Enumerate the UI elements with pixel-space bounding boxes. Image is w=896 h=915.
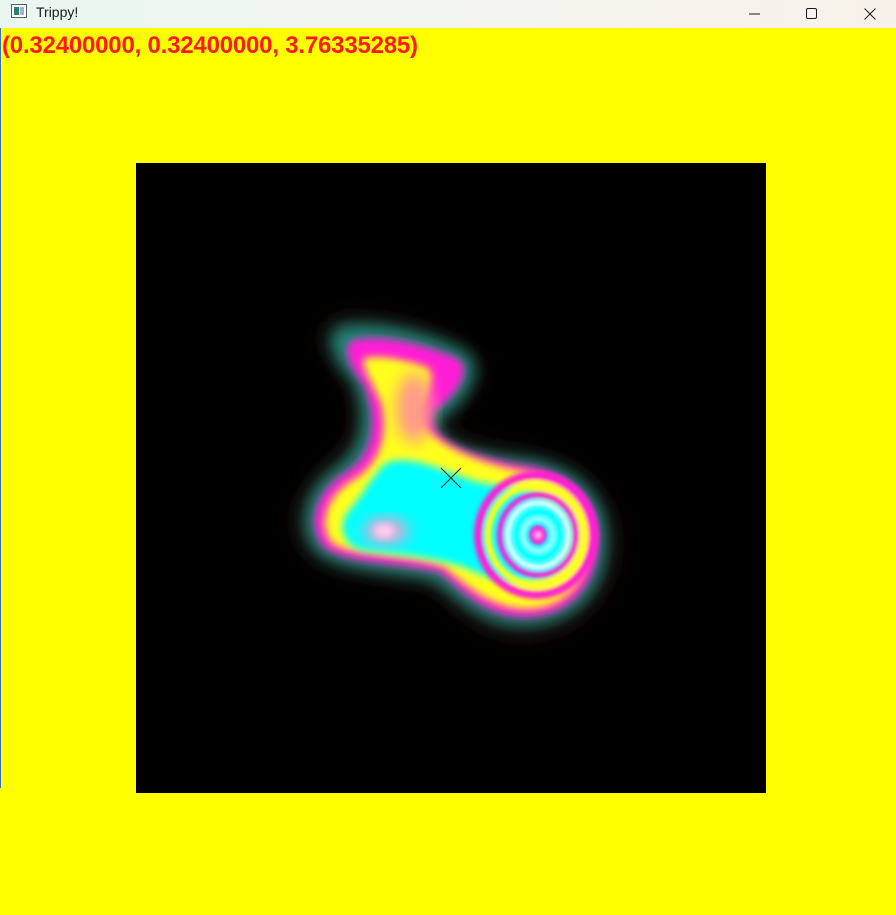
coordinates-readout: (0.32400000, 0.32400000, 3.76335285): [2, 32, 418, 59]
maximize-icon: [806, 8, 817, 19]
app-window: Trippy! (0.32400000, 0.32400000, 3.76335…: [0, 0, 896, 915]
window-title: Trippy!: [36, 4, 79, 20]
render-canvas[interactable]: [136, 163, 766, 793]
close-button[interactable]: [847, 0, 893, 28]
app-window-icon: [11, 4, 27, 18]
window-border: [0, 28, 1, 788]
maximize-button[interactable]: [789, 0, 835, 28]
minimize-icon: [749, 13, 760, 15]
close-icon: [864, 8, 876, 20]
fractal-image: [299, 320, 612, 634]
minimize-button[interactable]: [732, 0, 778, 28]
title-bar[interactable]: Trippy!: [0, 0, 896, 28]
